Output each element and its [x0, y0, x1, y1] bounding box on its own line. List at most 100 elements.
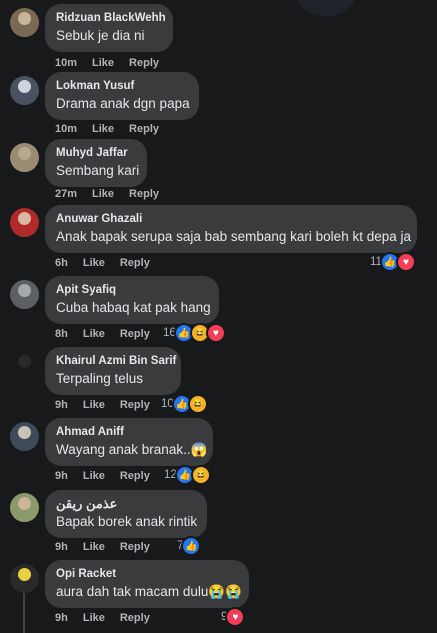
avatar-body — [13, 225, 36, 237]
avatar-body — [13, 25, 36, 37]
comment-bubble: عذمن ريقن Bapak borek anak rintik — [45, 490, 207, 538]
reply-button[interactable]: Reply — [129, 57, 159, 69]
like-button[interactable]: Like — [92, 123, 114, 135]
commenter-name[interactable]: Opi Racket — [56, 566, 237, 582]
avatar-body — [13, 368, 36, 380]
commenter-name[interactable]: Ridzuan BlackWehh — [56, 10, 166, 26]
avatar[interactable] — [10, 564, 39, 593]
comment-actions: 10m Like Reply — [55, 123, 174, 135]
reply-button[interactable]: Reply — [129, 123, 159, 135]
avatar-head — [18, 497, 31, 510]
reply-button[interactable]: Reply — [120, 257, 150, 269]
timestamp[interactable]: 9h — [55, 399, 68, 411]
comment-text: Sembang kari — [56, 163, 140, 178]
avatar-body — [13, 439, 36, 451]
comment-text: aura dah tak macam dulu😭😭 — [56, 584, 242, 599]
like-button[interactable]: Like — [92, 188, 114, 200]
like-button[interactable]: Like — [83, 612, 105, 624]
timestamp[interactable]: 10m — [55, 123, 77, 135]
comment-bubble: Muhyd Jaffar Sembang kari — [45, 139, 147, 187]
avatar[interactable] — [10, 208, 39, 237]
like-button[interactable]: Like — [83, 541, 105, 553]
comment-actions: 27m Like Reply — [55, 188, 174, 200]
timestamp[interactable]: 9h — [55, 470, 68, 482]
avatar-head — [18, 355, 31, 368]
like-button[interactable]: Like — [83, 470, 105, 482]
avatar-body — [13, 93, 36, 105]
avatar[interactable] — [10, 143, 39, 172]
reply-button[interactable]: Reply — [129, 188, 159, 200]
timestamp[interactable]: 9h — [55, 612, 68, 624]
avatar[interactable] — [10, 76, 39, 105]
avatar-body — [13, 510, 36, 522]
like-button[interactable]: Like — [83, 257, 105, 269]
reply-button[interactable]: Reply — [120, 470, 150, 482]
timestamp[interactable]: 27m — [55, 188, 77, 200]
avatar-head — [18, 426, 31, 439]
avatar-body — [13, 297, 36, 309]
comment-text: Bapak borek anak rintik — [56, 514, 198, 529]
comment-actions: 9h Like Reply — [55, 612, 165, 624]
reaction-summary[interactable]: 7 👍 — [177, 536, 202, 556]
reaction-summary[interactable]: 11 👍 ♥ — [370, 252, 416, 272]
comment-bubble: Apit Syafiq Cuba habaq kat pak hang — [45, 276, 219, 324]
love-reaction-icon: ♥ — [225, 607, 246, 627]
like-button[interactable]: Like — [83, 328, 105, 340]
commenter-name[interactable]: Ahmad Aniff — [56, 424, 201, 440]
commenter-name[interactable]: عذمن ريقن — [56, 496, 195, 512]
comment-actions: 6h Like Reply — [55, 257, 165, 269]
comment-bubble: Ahmad Aniff Wayang anak branak..😱 — [45, 418, 213, 466]
comment-bubble: Lokman Yusuf Drama anak dgn papa — [45, 72, 199, 120]
like-button[interactable]: Like — [92, 57, 114, 69]
comment-text: Sebuk je dia ni — [56, 28, 145, 43]
reaction-summary[interactable]: 9 ♥ — [221, 607, 246, 627]
commenter-name[interactable]: Muhyd Jaffar — [56, 145, 135, 161]
decorative-shape — [296, 0, 356, 16]
love-reaction-icon: ♥ — [205, 323, 226, 343]
comment-text: Anak bapak serupa saja bab sembang kari … — [56, 229, 411, 244]
reaction-summary[interactable]: 16 👍 😆 ♥ — [163, 323, 226, 343]
comment-text: Drama anak dgn papa — [56, 96, 190, 111]
comment-actions: 9h Like Reply — [55, 470, 165, 482]
avatar-head — [18, 147, 31, 160]
avatar-body — [13, 160, 36, 172]
reply-button[interactable]: Reply — [120, 612, 150, 624]
avatar-head — [18, 12, 31, 25]
avatar-head — [18, 284, 31, 297]
commenter-name[interactable]: Apit Syafiq — [56, 282, 207, 298]
avatar[interactable] — [10, 8, 39, 37]
reply-thread-line — [23, 593, 25, 633]
comment-bubble: Ridzuan BlackWehh Sebuk je dia ni — [45, 4, 173, 52]
haha-reaction-icon: 😆 — [190, 465, 211, 485]
avatar[interactable] — [10, 422, 39, 451]
comment-actions: 10m Like Reply — [55, 57, 174, 69]
love-reaction-icon: ♥ — [395, 252, 416, 272]
timestamp[interactable]: 10m — [55, 57, 77, 69]
avatar-body — [13, 581, 36, 593]
timestamp[interactable]: 9h — [55, 541, 68, 553]
comment-bubble: Khairul Azmi Bin Sarif Terpaling telus — [45, 347, 181, 395]
reply-button[interactable]: Reply — [120, 541, 150, 553]
reply-button[interactable]: Reply — [120, 399, 150, 411]
avatar[interactable] — [10, 280, 39, 309]
timestamp[interactable]: 6h — [55, 257, 68, 269]
like-button[interactable]: Like — [83, 399, 105, 411]
comment-actions: 9h Like Reply — [55, 541, 165, 553]
like-reaction-icon: 👍 — [181, 536, 202, 556]
commenter-name[interactable]: Lokman Yusuf — [56, 78, 187, 94]
avatar-head — [18, 212, 31, 225]
avatar-head — [18, 80, 31, 93]
avatar[interactable] — [10, 493, 39, 522]
avatar-head — [18, 568, 31, 581]
comment-bubble: Anuwar Ghazali Anak bapak serupa saja bab… — [45, 205, 417, 253]
comment-text: Terpaling telus — [56, 371, 144, 386]
commenter-name[interactable]: Anuwar Ghazali — [56, 211, 405, 227]
reply-button[interactable]: Reply — [120, 328, 150, 340]
reaction-summary[interactable]: 10 👍 😆 — [161, 394, 208, 414]
avatar[interactable] — [10, 351, 39, 380]
timestamp[interactable]: 8h — [55, 328, 68, 340]
comment-text: Wayang anak branak..😱 — [56, 442, 208, 457]
haha-reaction-icon: 😆 — [187, 394, 208, 414]
reaction-summary[interactable]: 12 👍 😆 — [164, 465, 211, 485]
commenter-name[interactable]: Khairul Azmi Bin Sarif — [56, 353, 176, 369]
